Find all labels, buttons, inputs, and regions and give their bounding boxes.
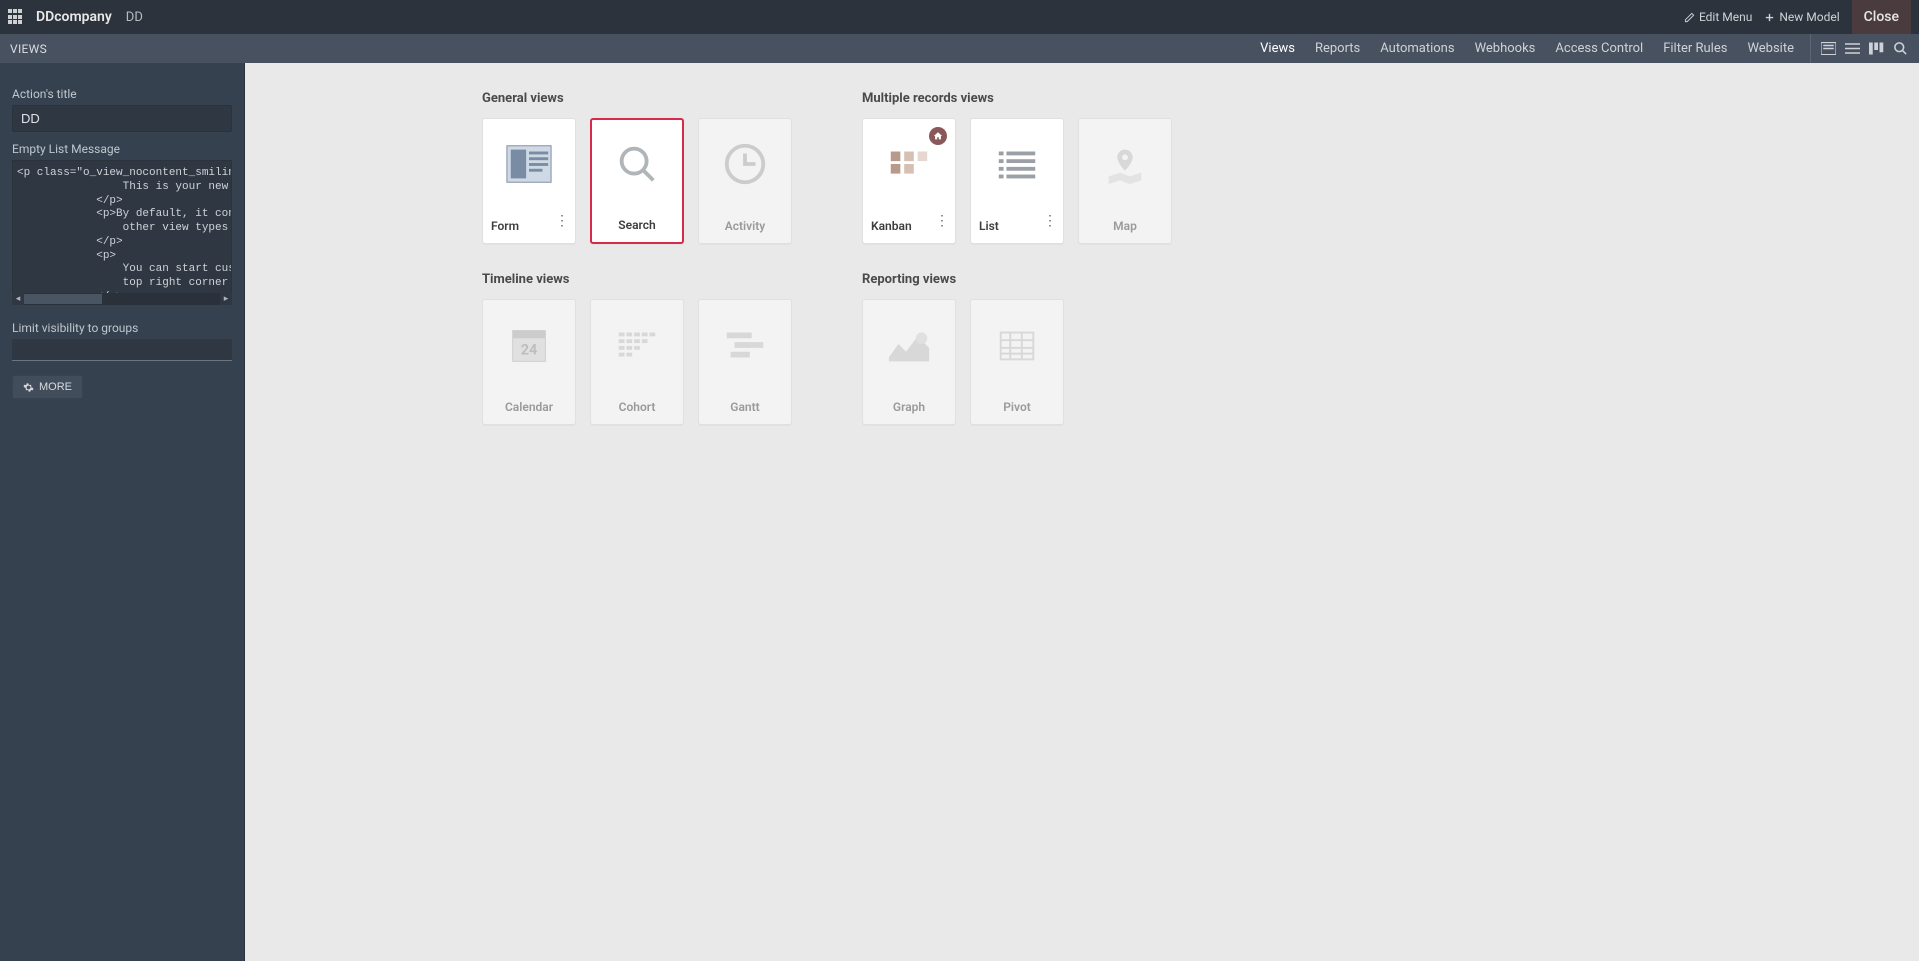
topbar: DDcompany DD Edit Menu New Model Close bbox=[0, 0, 1919, 34]
view-card-pivot[interactable]: Pivot bbox=[970, 299, 1064, 425]
tab-website[interactable]: Website bbox=[1737, 34, 1804, 63]
tool-search-icon[interactable] bbox=[1891, 40, 1909, 58]
clock-icon bbox=[721, 141, 769, 187]
tab-reports[interactable]: Reports bbox=[1305, 34, 1370, 63]
subbar: VIEWS Views Reports Automations Webhooks… bbox=[0, 34, 1919, 63]
view-card-calendar[interactable]: 24 Calendar bbox=[482, 299, 576, 425]
view-card-search[interactable]: Search bbox=[590, 118, 684, 244]
form-icon bbox=[505, 141, 553, 187]
list-icon bbox=[993, 141, 1041, 187]
graph-icon bbox=[885, 322, 933, 368]
gear-icon bbox=[23, 382, 34, 393]
empty-list-textarea[interactable]: <p class="o_view_nocontent_smiling_face"… bbox=[12, 160, 232, 305]
plus-icon bbox=[1764, 12, 1775, 23]
kebab-menu[interactable]: ⋮ bbox=[555, 219, 569, 223]
action-title-label: Action's title bbox=[12, 87, 232, 101]
gantt-icon bbox=[721, 322, 769, 368]
svg-text:24: 24 bbox=[521, 342, 538, 359]
tool-list-icon[interactable] bbox=[1843, 40, 1861, 58]
scroll-thumb[interactable] bbox=[24, 294, 102, 304]
home-badge bbox=[929, 127, 947, 145]
view-card-gantt[interactable]: Gantt bbox=[698, 299, 792, 425]
view-card-list[interactable]: List ⋮ bbox=[970, 118, 1064, 244]
tab-automations[interactable]: Automations bbox=[1370, 34, 1464, 63]
horizontal-scrollbar[interactable]: ◂ ▸ bbox=[12, 293, 232, 305]
calendar-icon: 24 bbox=[505, 322, 553, 368]
section-title-reporting: Reporting views bbox=[862, 272, 1202, 287]
breadcrumb[interactable]: DD bbox=[126, 10, 143, 25]
more-button[interactable]: MORE bbox=[12, 375, 83, 399]
view-card-kanban[interactable]: Kanban ⋮ bbox=[862, 118, 956, 244]
scroll-right-arrow[interactable]: ▸ bbox=[220, 293, 232, 305]
tab-access-control[interactable]: Access Control bbox=[1545, 34, 1653, 63]
edit-menu-link[interactable]: Edit Menu bbox=[1678, 0, 1758, 34]
tab-webhooks[interactable]: Webhooks bbox=[1465, 34, 1546, 63]
map-icon bbox=[1101, 141, 1149, 187]
home-icon bbox=[933, 131, 943, 141]
empty-list-label: Empty List Message bbox=[12, 142, 232, 156]
tab-filter-rules[interactable]: Filter Rules bbox=[1653, 34, 1737, 63]
apps-menu-icon[interactable] bbox=[8, 9, 24, 25]
limit-visibility-label: Limit visibility to groups bbox=[12, 321, 232, 335]
subbar-title: VIEWS bbox=[10, 42, 47, 56]
kanban-icon bbox=[885, 141, 933, 187]
view-card-graph[interactable]: Graph bbox=[862, 299, 956, 425]
action-title-input[interactable] bbox=[12, 105, 232, 132]
tab-views[interactable]: Views bbox=[1250, 34, 1305, 63]
kebab-menu[interactable]: ⋮ bbox=[935, 219, 949, 223]
tool-card-icon[interactable] bbox=[1819, 40, 1837, 58]
view-card-cohort[interactable]: Cohort bbox=[590, 299, 684, 425]
company-name[interactable]: DDcompany bbox=[36, 9, 112, 25]
main-content: General views Form ⋮ bbox=[245, 63, 1919, 961]
tool-kanban-icon[interactable] bbox=[1867, 40, 1885, 58]
view-card-map[interactable]: Map bbox=[1078, 118, 1172, 244]
sidebar: Action's title Empty List Message <p cla… bbox=[0, 63, 245, 961]
limit-visibility-input[interactable] bbox=[12, 339, 232, 361]
cohort-icon bbox=[613, 322, 661, 368]
section-title-multiple: Multiple records views bbox=[862, 91, 1202, 106]
close-button[interactable]: Close bbox=[1852, 0, 1911, 34]
kebab-menu[interactable]: ⋮ bbox=[1043, 219, 1057, 223]
section-title-timeline: Timeline views bbox=[482, 272, 822, 287]
view-card-form[interactable]: Form ⋮ bbox=[482, 118, 576, 244]
pencil-icon bbox=[1684, 12, 1695, 23]
scroll-left-arrow[interactable]: ◂ bbox=[12, 293, 24, 305]
pivot-icon bbox=[993, 322, 1041, 368]
section-title-general: General views bbox=[482, 91, 822, 106]
search-icon bbox=[613, 141, 661, 187]
view-card-activity[interactable]: Activity bbox=[698, 118, 792, 244]
new-model-link[interactable]: New Model bbox=[1758, 0, 1845, 34]
